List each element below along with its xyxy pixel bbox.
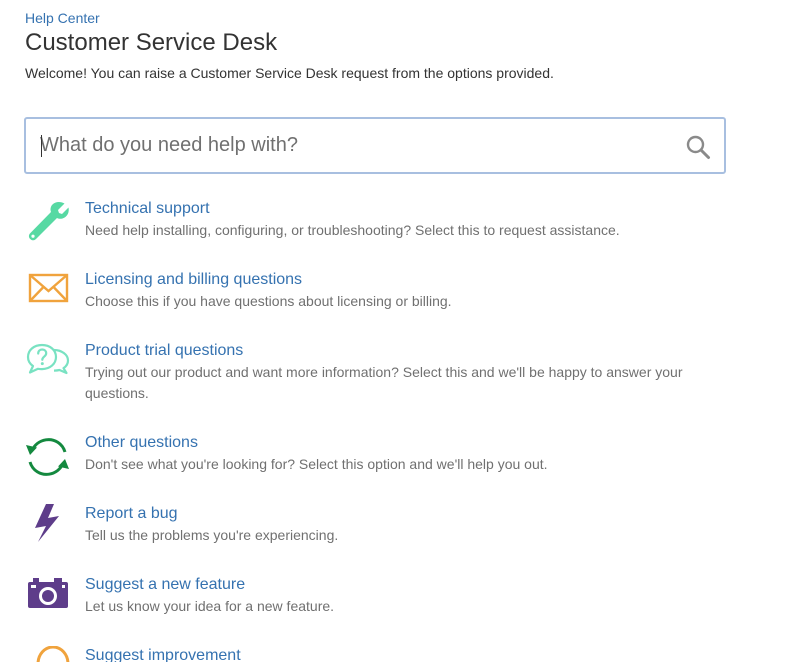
request-title[interactable]: Licensing and billing questions — [85, 270, 302, 289]
request-description: Need help installing, configuring, or tr… — [85, 222, 620, 238]
request-description: Let us know your idea for a new feature. — [85, 598, 335, 614]
request-title[interactable]: Technical support — [85, 199, 210, 218]
request-description: Choose this if you have questions about … — [85, 293, 452, 309]
lightning-icon — [35, 504, 59, 542]
envelope-icon — [28, 273, 69, 303]
search-input[interactable] — [40, 119, 660, 172]
search-icon[interactable] — [685, 134, 711, 160]
request-description: Tell us the problems you're experiencing… — [85, 527, 339, 543]
search-box — [24, 117, 726, 174]
request-description: Don't see what you're looking for? Selec… — [85, 456, 548, 472]
request-title[interactable]: Report a bug — [85, 504, 178, 523]
page-title: Customer Service Desk — [25, 29, 278, 56]
request-title[interactable]: Suggest improvement — [85, 646, 241, 662]
welcome-text: Welcome! You can raise a Customer Servic… — [25, 65, 554, 81]
breadcrumb-help-center[interactable]: Help Center — [25, 10, 100, 26]
request-title[interactable]: Other questions — [85, 433, 198, 452]
camera-icon — [28, 578, 68, 608]
question-bubbles-icon — [26, 343, 70, 375]
lightbulb-icon — [36, 646, 70, 662]
request-title[interactable]: Product trial questions — [85, 341, 243, 360]
request-title[interactable]: Suggest a new feature — [85, 575, 245, 594]
text-caret — [41, 135, 42, 157]
help-center-page: Help Center Customer Service Desk Welcom… — [0, 0, 796, 662]
request-description: Trying out our product and want more inf… — [85, 364, 683, 401]
refresh-arrows-icon — [26, 438, 69, 476]
wrench-icon — [28, 202, 69, 241]
